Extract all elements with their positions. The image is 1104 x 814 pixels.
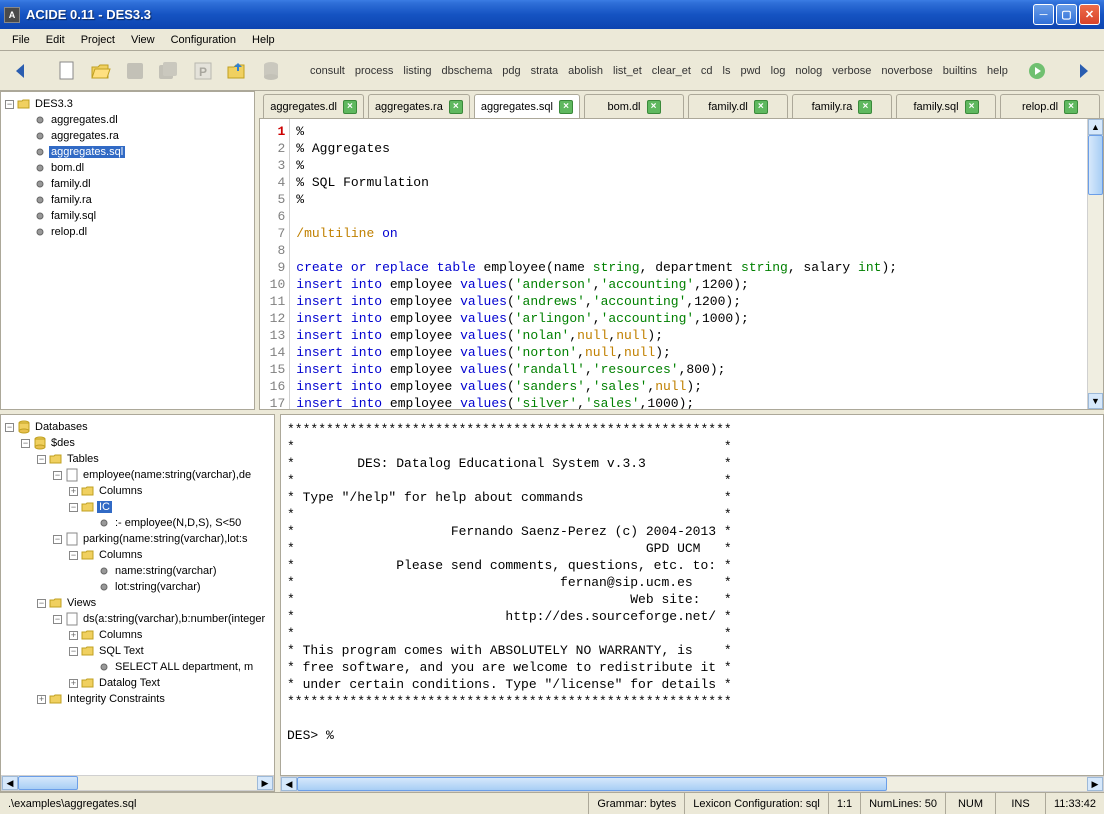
cmd-pdg[interactable]: pdg [502,65,520,77]
status-ins: INS [995,793,1045,814]
tab-label: aggregates.ra [375,101,443,113]
back-button[interactable] [6,56,36,86]
tab-label: family.dl [708,101,748,113]
tab-label: family.sql [913,101,958,113]
editor-vscroll[interactable]: ▲ ▼ [1087,119,1103,409]
cmd-abolish[interactable]: abolish [568,65,603,77]
toolbar: P consult process listing dbschema pdg strata… [0,51,1104,91]
window-title: ACIDE 0.11 - DES3.3 [26,7,1033,22]
tab-aggregates-sql[interactable]: aggregates.sql × [474,94,580,118]
project-explorer[interactable]: −DES3.3aggregates.dlaggregates.raaggrega… [0,91,255,410]
database-explorer[interactable]: −Databases−$des−Tables−employee(name:str… [0,414,275,792]
editor-tabs: aggregates.dl×aggregates.ra×aggregates.s… [259,91,1104,119]
tab-bom-dl[interactable]: bom.dl × [584,94,684,118]
cmd-listing[interactable]: listing [403,65,431,77]
open-file-button[interactable] [86,56,116,86]
console-output[interactable]: ****************************************… [280,414,1104,776]
database-button[interactable] [256,56,286,86]
menu-view[interactable]: View [123,32,163,48]
cmd-builtins[interactable]: builtins [943,65,977,77]
tab-aggregates-ra[interactable]: aggregates.ra × [368,94,470,118]
tab-label: relop.dl [1022,101,1058,113]
forward-button[interactable] [1068,56,1098,86]
close-button[interactable]: ✕ [1079,4,1100,25]
status-time: 11:33:42 [1045,793,1104,814]
tab-close-icon[interactable]: × [1064,100,1078,114]
cmd-strata[interactable]: strata [531,65,559,77]
save-button[interactable] [120,56,150,86]
cmd-verbose[interactable]: verbose [832,65,871,77]
svg-text:P: P [199,65,207,79]
cmd-list_et[interactable]: list_et [613,65,642,77]
tab-label: aggregates.dl [270,101,337,113]
status-num: NUM [945,793,995,814]
tab-family-ra[interactable]: family.ra × [792,94,892,118]
run-button[interactable] [1022,56,1052,86]
cmd-log[interactable]: log [771,65,786,77]
tab-close-icon[interactable]: × [559,100,573,114]
cmd-process[interactable]: process [355,65,394,77]
cmd-clear_et[interactable]: clear_et [652,65,691,77]
status-lexicon: Lexicon Configuration: sql [684,793,828,814]
menu-configuration[interactable]: Configuration [163,32,244,48]
tab-close-icon[interactable]: × [343,100,357,114]
statusbar: .\examples\aggregates.sql Grammar: bytes… [0,792,1104,814]
tab-label: family.ra [812,101,853,113]
cmd-pwd[interactable]: pwd [740,65,760,77]
minimize-button[interactable]: ─ [1033,4,1054,25]
new-file-button[interactable] [52,56,82,86]
menu-file[interactable]: File [4,32,38,48]
app-icon: A [4,7,20,23]
tab-close-icon[interactable]: × [647,100,661,114]
tab-close-icon[interactable]: × [965,100,979,114]
code-area[interactable]: %% Aggregates%% SQL Formulation% /multil… [290,119,1103,409]
tab-close-icon[interactable]: × [754,100,768,114]
export-button[interactable] [222,56,252,86]
status-grammar: Grammar: bytes [588,793,684,814]
project-button[interactable]: P [188,56,218,86]
status-numlines: NumLines: 50 [860,793,945,814]
tab-label: aggregates.sql [481,101,553,113]
db-hscroll[interactable]: ◀▶ [1,775,274,791]
cmd-help[interactable]: help [987,65,1008,77]
code-editor[interactable]: 1234567891011121314151617 %% Aggregates%… [259,119,1104,410]
tab-family-dl[interactable]: family.dl × [688,94,788,118]
line-gutter: 1234567891011121314151617 [260,119,290,409]
menu-edit[interactable]: Edit [38,32,73,48]
titlebar[interactable]: A ACIDE 0.11 - DES3.3 ─ ▢ ✕ [0,0,1104,29]
status-path: .\examples\aggregates.sql [0,798,588,810]
console-hscroll[interactable]: ◀▶ [280,776,1104,792]
save-all-button[interactable] [154,56,184,86]
tab-aggregates-dl[interactable]: aggregates.dl × [263,94,364,118]
menu-project[interactable]: Project [73,32,123,48]
tab-relop-dl[interactable]: relop.dl × [1000,94,1100,118]
cmd-consult[interactable]: consult [310,65,345,77]
tab-close-icon[interactable]: × [858,100,872,114]
cmd-ls[interactable]: ls [723,65,731,77]
status-position: 1:1 [828,793,860,814]
cmd-noverbose[interactable]: noverbose [881,65,932,77]
tab-close-icon[interactable]: × [449,100,463,114]
maximize-button[interactable]: ▢ [1056,4,1077,25]
tab-family-sql[interactable]: family.sql × [896,94,996,118]
cmd-nolog[interactable]: nolog [795,65,822,77]
tab-label: bom.dl [607,101,640,113]
cmd-cd[interactable]: cd [701,65,713,77]
menu-help[interactable]: Help [244,32,283,48]
menubar: FileEditProjectViewConfigurationHelp [0,29,1104,51]
cmd-dbschema[interactable]: dbschema [442,65,493,77]
